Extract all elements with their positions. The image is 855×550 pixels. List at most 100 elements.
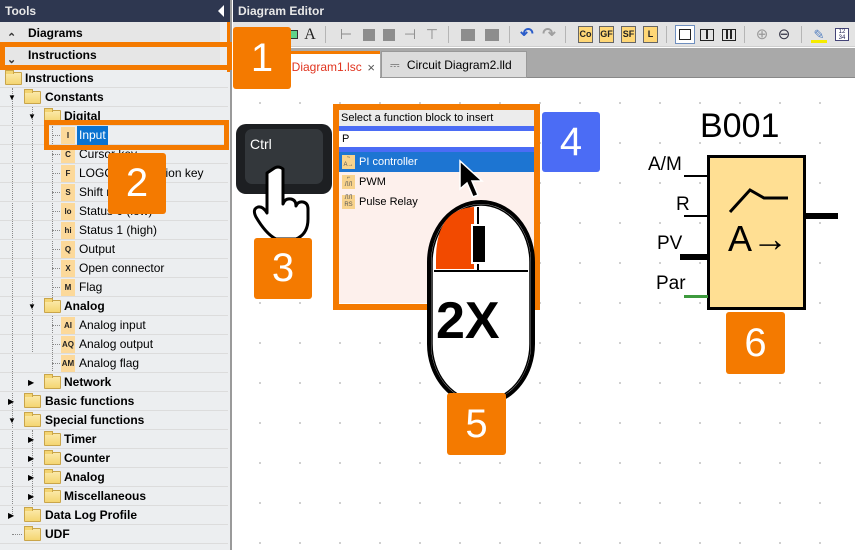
text-tool-button[interactable]: A	[303, 26, 317, 43]
close-tab-icon[interactable]: ×	[367, 54, 375, 81]
tree-item-data-log-profile[interactable]: ▶ Data Log Profile	[0, 506, 228, 525]
collapsed-arrow-icon[interactable]: ▶	[28, 449, 36, 468]
editor-tabs: t Diagram1.lsc × ⎓ Circuit Diagram2.lld	[233, 48, 855, 78]
tab-circuit-diagram2[interactable]: ⎓ Circuit Diagram2.lld	[381, 51, 527, 78]
pin-label-r: R	[676, 194, 690, 215]
split-three-button[interactable]	[722, 29, 736, 41]
align-top-icon[interactable]	[383, 29, 395, 41]
expand-arrow-icon[interactable]: ▼	[8, 88, 16, 107]
folder-icon	[24, 393, 41, 408]
pin-line-r[interactable]	[684, 215, 708, 217]
tree-item-analog-input[interactable]: AI Analog input	[0, 316, 228, 335]
pwm-icon: ⌐ ЛЛ	[342, 175, 355, 189]
toolbar-separator	[744, 26, 745, 43]
pin-label-pv: PV	[657, 233, 683, 254]
pin-line-pv[interactable]	[680, 254, 710, 260]
tree-item-open-connector[interactable]: X Open connector	[0, 259, 228, 278]
udf-button[interactable]: L	[643, 26, 658, 43]
ctrl-key-label: Ctrl	[250, 136, 272, 152]
list-item-label: PI controller	[359, 156, 418, 168]
tree-label: Constants	[45, 90, 104, 104]
diagram-editor: Diagram Editor A ⊢ ⊣ ⊤ ↶ ↷ Co GF SF L ⊕ …	[233, 0, 855, 550]
basic-functions-button[interactable]: GF	[599, 26, 614, 43]
align-left-icon[interactable]: ⊢	[339, 26, 353, 43]
tree-item-analog-flag[interactable]: AM Analog flag	[0, 354, 228, 373]
callout-3: 3	[254, 238, 312, 299]
collapsed-arrow-icon[interactable]: ▶	[28, 430, 36, 449]
tree-label: Basic functions	[45, 394, 135, 408]
zoom-out-icon[interactable]: ⊖	[776, 26, 792, 43]
collapsed-arrow-icon[interactable]: ▶	[28, 373, 36, 392]
collapsed-arrow-icon[interactable]: ▶	[8, 392, 16, 411]
grid-numbers-icon[interactable]: 12 34	[835, 28, 849, 41]
align-right-icon[interactable]	[363, 29, 375, 41]
folder-icon	[24, 507, 41, 522]
folder-icon	[44, 374, 61, 389]
highlight-instructions-section	[0, 42, 232, 70]
tree-item-flag[interactable]: M Flag	[0, 278, 228, 297]
tree-item-counter[interactable]: ▶ Counter	[0, 449, 228, 468]
pin-line-am[interactable]	[684, 175, 708, 177]
tree-item-constants[interactable]: ▼ Constants	[0, 88, 228, 107]
highlight-pen-icon[interactable]: ✎	[811, 26, 827, 43]
tree-item-analog-constants[interactable]: ▼ Analog	[0, 297, 228, 316]
special-functions-button[interactable]: SF	[621, 26, 636, 43]
output-pin-line[interactable]	[806, 213, 838, 219]
tools-panel-title: Tools	[0, 0, 230, 22]
tree-label: Analog flag	[79, 356, 140, 370]
align-middle-icon[interactable]: ⊣	[403, 26, 417, 43]
tree-label: Output	[79, 242, 116, 256]
expand-arrow-icon[interactable]: ▼	[28, 107, 36, 126]
section-diagrams[interactable]: ⌃ Diagrams	[0, 22, 220, 44]
tree-label: Analog output	[79, 337, 154, 351]
tree-item-network[interactable]: ▶ Network	[0, 373, 228, 392]
collapsed-arrow-icon[interactable]: ▶	[28, 468, 36, 487]
tools-title-text: Tools	[5, 4, 37, 18]
tree-item-output[interactable]: Q Output	[0, 240, 228, 259]
collapsed-arrow-icon[interactable]: ▶	[28, 487, 36, 506]
pi-controller-block[interactable]: A→	[707, 155, 806, 310]
send-backward-icon[interactable]	[485, 29, 499, 41]
collapsed-arrow-icon[interactable]: ▶	[8, 506, 16, 525]
tree-item-special-functions[interactable]: ▼ Special functions	[0, 411, 228, 430]
tree-item-udf[interactable]: UDF	[0, 525, 228, 544]
folder-icon	[44, 298, 61, 313]
tree-item-timer[interactable]: ▶ Timer	[0, 430, 228, 449]
tree-label: Analog	[64, 470, 105, 484]
constants-button[interactable]: Co	[578, 26, 593, 43]
tree-connector	[12, 534, 22, 535]
folder-icon	[5, 70, 22, 85]
tree-item-analog-output[interactable]: AQ Analog output	[0, 335, 228, 354]
collapse-panel-icon[interactable]	[218, 5, 224, 17]
list-item-pi-controller[interactable]: ~ A→ PI controller	[339, 152, 534, 172]
tree-item-miscellaneous[interactable]: ▶ Miscellaneous	[0, 487, 228, 506]
tree-item-status-high[interactable]: hi Status 1 (high)	[0, 221, 228, 240]
tools-panel: Tools ⌃ Diagrams ⌄ Instructions Instruct…	[0, 0, 232, 550]
function-search-input[interactable]: P	[339, 131, 534, 147]
pin-line-par[interactable]	[684, 295, 708, 298]
section-diagrams-label: Diagrams	[28, 26, 83, 40]
analog-input-badge-icon: AI	[61, 317, 75, 334]
list-item-pwm[interactable]: ⌐ ЛЛ PWM	[339, 172, 534, 192]
function-key-badge-icon: F	[61, 165, 75, 182]
redo-icon[interactable]: ↷	[541, 26, 557, 43]
tree-label: Open connector	[79, 261, 165, 275]
bring-forward-icon[interactable]	[461, 29, 475, 41]
tree-item-instructions[interactable]: Instructions	[0, 69, 228, 88]
tree-label: Special functions	[45, 413, 145, 427]
split-three-icon	[726, 30, 728, 39]
editor-title: Diagram Editor	[238, 4, 325, 18]
split-vertical-button[interactable]	[700, 29, 714, 41]
toolbar-separator	[565, 26, 566, 43]
expand-arrow-icon[interactable]: ▼	[8, 411, 16, 430]
expand-arrow-icon[interactable]: ▼	[28, 297, 36, 316]
tree-label: Counter	[64, 451, 110, 465]
split-three-icon-line	[730, 30, 732, 39]
zoom-in-icon[interactable]: ⊕	[754, 26, 770, 43]
align-center-icon[interactable]: ⊤	[425, 26, 439, 43]
tree-item-basic-functions[interactable]: ▶ Basic functions	[0, 392, 228, 411]
tree-item-analog-functions[interactable]: ▶ Analog	[0, 468, 228, 487]
undo-icon[interactable]: ↶	[519, 26, 535, 43]
toolbar-separator	[801, 26, 802, 43]
single-view-button[interactable]	[675, 25, 695, 44]
